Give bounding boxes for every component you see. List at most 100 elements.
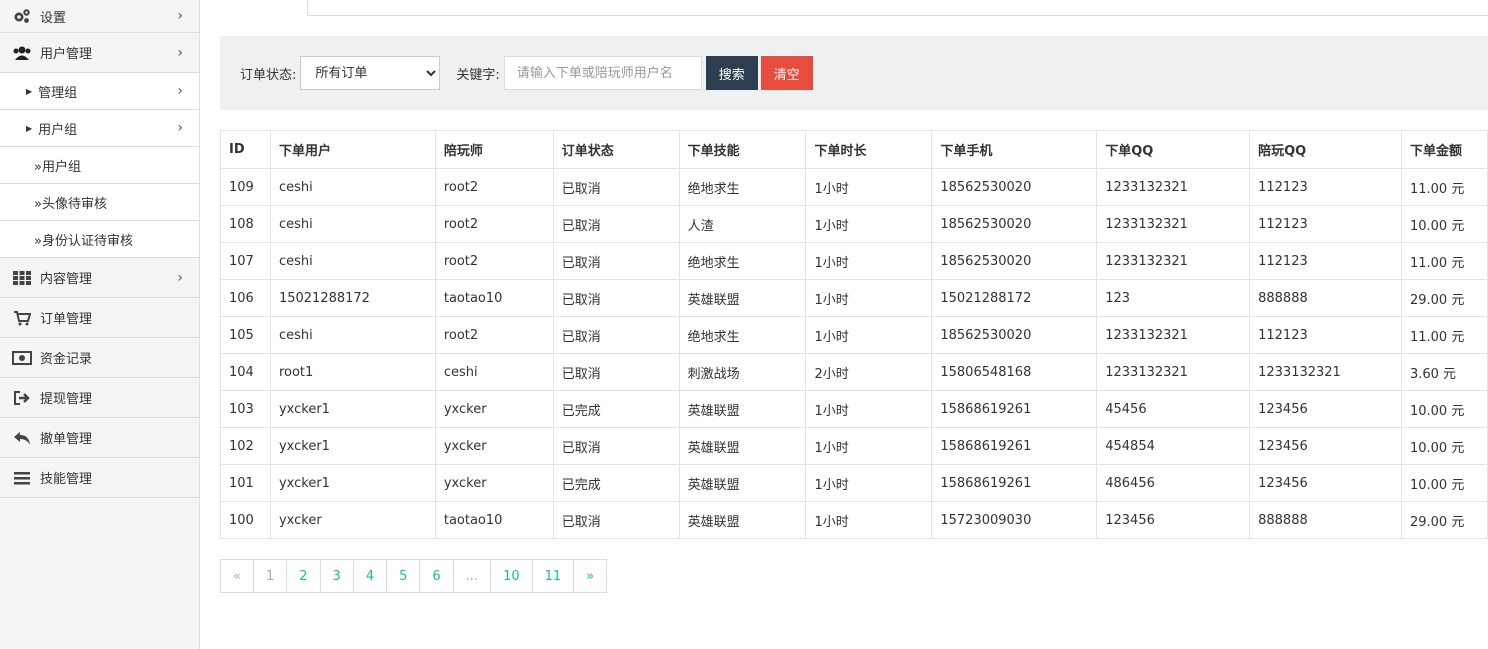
column-header: 下单金额 [1400,130,1488,169]
table-cell: 1小时 [805,168,933,206]
table-cell: 112123 [1249,242,1402,280]
table-cell: 107 [220,242,271,280]
table-cell: 10.00 元 [1400,427,1488,465]
table-row[interactable]: 104 root1 ceshi 已取消 刺激战场 2小时 15806548168 123313… [220,353,1488,391]
column-header: 订单状态 [552,130,680,169]
table-row[interactable]: 108 ceshi root2 已取消 人渣 1小时 18562530020 12331323… [220,205,1488,243]
table-cell: root2 [434,168,554,206]
table-cell: 已取消 [552,168,680,206]
table-cell: 106 [220,279,271,317]
table-cell: 已取消 [552,353,680,391]
table-row[interactable]: 100 yxcker taotao10 已取消 英雄联盟 1小时 15723009030 12… [220,501,1488,539]
table-cell: 绝地求生 [678,168,807,206]
pager-prev: « [221,560,254,592]
table-cell: ceshi [434,353,554,391]
table-cell: 103 [220,390,271,428]
table-cell: 1233132321 [1096,316,1251,354]
table-cell: 11.00 元 [1400,168,1488,206]
table-cell: yxcker1 [269,427,436,465]
cart-icon [12,310,32,326]
sidebar-item-avatar-review[interactable]: »头像待审核 [0,184,199,221]
table-cell: 11.00 元 [1400,316,1488,354]
table-cell: 1233132321 [1096,205,1251,243]
sidebar-item-id-review[interactable]: »身份认证待审核 [0,221,199,258]
column-header: 下单用户 [269,130,436,169]
table-cell: root2 [434,242,554,280]
sidebar-item-withdraw[interactable]: 提现管理 [0,378,199,418]
table-cell: 102 [220,427,271,465]
sidebar-item-label: 设置 [40,10,67,26]
sidebar-item-settings[interactable]: 设置 › [0,0,199,33]
chevron-right-icon: › [177,83,183,99]
pager-page[interactable]: 6 [420,560,454,592]
table-cell: 1小时 [805,501,933,539]
table-cell: 1小时 [805,390,933,428]
table-cell: 1小时 [805,242,933,280]
chevron-right-icon: › [177,269,183,286]
table-cell: 18562530020 [931,168,1098,206]
table-cell: 123 [1096,279,1251,317]
table-row[interactable]: 101 yxcker1 yxcker 已完成 英雄联盟 1小时 15868619261 486… [220,464,1488,502]
chevron-right-icon: › [177,8,183,24]
pager-page[interactable]: 4 [354,560,388,592]
sidebar-item-label: »用户组 [34,159,81,175]
sidebar-item-label: 用户管理 [40,47,93,62]
sidebar-item-label: 内容管理 [40,272,93,287]
sidebar-item-user-group[interactable]: ▶ 用户组 › [0,110,199,147]
table-cell: root2 [434,316,554,354]
table-cell: 18562530020 [931,205,1098,243]
sidebar-item-funds[interactable]: 资金记录 [0,338,199,378]
table-cell: 绝地求生 [678,316,807,354]
table-row[interactable]: 109 ceshi root2 已取消 绝地求生 1小时 18562530020 123313… [220,168,1488,206]
pager-page[interactable]: 11 [533,560,575,592]
table-cell: 888888 [1249,279,1402,317]
tab-bar [220,0,1488,16]
table-cell: 123456 [1249,390,1402,428]
sidebar-item-orders[interactable]: 订单管理 [0,298,199,338]
keyword-input[interactable] [503,56,702,90]
table-row[interactable]: 105 ceshi root2 已取消 绝地求生 1小时 18562530020 123313… [220,316,1488,354]
table-cell: 1小时 [805,279,933,317]
table-cell: 10.00 元 [1400,464,1488,502]
gears-icon [12,8,32,24]
pager-page[interactable]: 2 [287,560,321,592]
table-row[interactable]: 107 ceshi root2 已取消 绝地求生 1小时 18562530020 123313… [220,242,1488,280]
table-cell: 3.60 元 [1400,353,1488,391]
chevron-right-icon: › [177,120,183,136]
sidebar-item-users[interactable]: 用户管理 › [0,33,199,73]
keyword-label: 关键字: [456,67,500,83]
table-cell: 英雄联盟 [678,464,807,502]
table-cell: 101 [220,464,271,502]
table-cell: 15806548168 [931,353,1098,391]
column-header: 下单手机 [931,130,1098,169]
sidebar-item-admin-group[interactable]: ▶ 管理组 › [0,73,199,110]
table-cell: 112123 [1249,316,1402,354]
column-header: ID [220,130,271,169]
grid-icon [12,270,32,286]
sidebar-item-label: 提现管理 [40,392,93,407]
table-cell: 15021288172 [269,279,436,317]
filter-bar: 订单状态: 所有订单 关键字: 搜索 清空 [220,36,1488,110]
table-cell: 1233132321 [1096,242,1251,280]
table-row[interactable]: 106 15021288172 taotao10 已取消 英雄联盟 1小时 15021288… [220,279,1488,317]
sign-out-icon [12,390,32,406]
column-header: 陪玩QQ [1249,130,1402,169]
clear-button[interactable]: 清空 [760,56,813,90]
table-row[interactable]: 102 yxcker1 yxcker 已取消 英雄联盟 1小时 15868619261 454… [220,427,1488,465]
tab-active[interactable] [220,0,308,16]
search-button[interactable]: 搜索 [705,56,758,90]
pager-next[interactable]: » [574,560,606,592]
pager-page[interactable]: 5 [387,560,421,592]
sidebar-item-skills[interactable]: 技能管理 [0,458,199,498]
caret-right-icon: ▶ [26,123,33,133]
sidebar-item-user-group-leaf[interactable]: »用户组 [0,147,199,184]
table-cell: 112123 [1249,168,1402,206]
status-select[interactable]: 所有订单 [300,56,441,90]
sidebar-item-content[interactable]: 内容管理 › [0,258,199,298]
sidebar-item-cancel-orders[interactable]: 撤单管理 [0,418,199,458]
pager-page[interactable]: 10 [491,560,533,592]
table-cell: 888888 [1249,501,1402,539]
table-row[interactable]: 103 yxcker1 yxcker 已完成 英雄联盟 1小时 15868619261 454… [220,390,1488,428]
pager-page[interactable]: 3 [321,560,354,592]
table-cell: 15723009030 [931,501,1098,539]
